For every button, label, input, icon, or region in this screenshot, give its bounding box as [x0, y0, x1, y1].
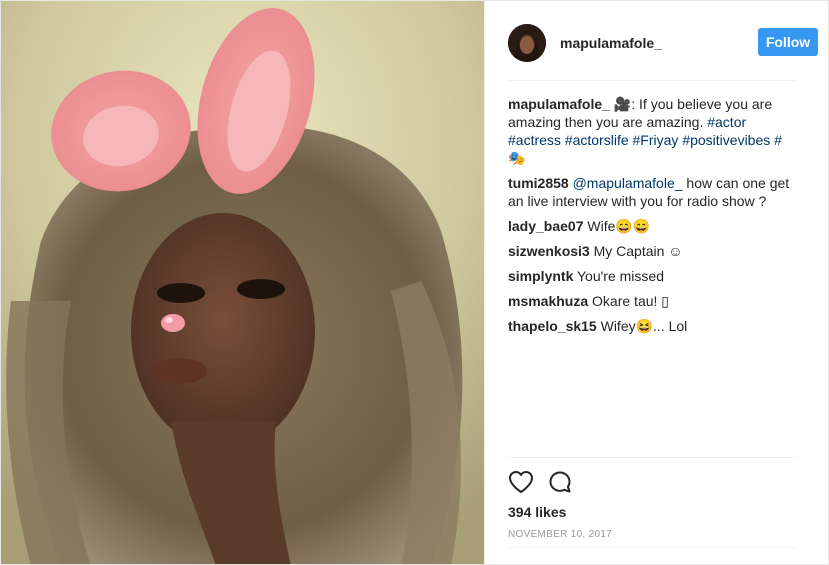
- post-header: mapulamafole_ Follow: [508, 21, 818, 81]
- comment-text: Wifey😆... Lol: [596, 318, 688, 334]
- likes-count[interactable]: 394 likes: [508, 504, 566, 520]
- divider: [508, 547, 796, 548]
- comment-text: My Captain ☺: [589, 243, 683, 259]
- comment-username[interactable]: lady_bae07: [508, 218, 584, 234]
- comment-username[interactable]: tumi2858: [508, 175, 569, 191]
- instagram-post: mapulamafole_ Follow mapulamafole_ 🎥: If…: [0, 0, 829, 565]
- avatar[interactable]: [508, 24, 546, 62]
- hashtag[interactable]: #Friyay: [633, 132, 679, 148]
- post-date[interactable]: NOVEMBER 10, 2017: [508, 529, 612, 540]
- hashtag[interactable]: #actorslife: [565, 132, 629, 148]
- hashtag[interactable]: #actress: [508, 132, 561, 148]
- comment-text: Wife😄😄: [583, 218, 651, 234]
- comment-item: thapelo_sk15 Wifey😆... Lol: [508, 317, 798, 335]
- post-actions: 394 likes NOVEMBER 10, 2017: [508, 457, 796, 548]
- hashtag[interactable]: #positivevibes: [682, 132, 770, 148]
- comment-item: msmakhuza Okare tau! ▯: [508, 292, 798, 310]
- comment-icon[interactable]: [548, 470, 572, 494]
- post-author-username[interactable]: mapulamafole_: [560, 35, 662, 51]
- comment-username[interactable]: simplyntk: [508, 268, 573, 284]
- comment-item: tumi2858 @mapulamafole_ how can one get …: [508, 174, 798, 210]
- post-photo[interactable]: [1, 1, 484, 564]
- caption: mapulamafole_ 🎥: If you believe you are …: [508, 95, 798, 167]
- post-photo-image: [1, 1, 484, 564]
- comment-text: Okare tau! ▯: [588, 293, 670, 309]
- hashtag[interactable]: #actor: [707, 114, 746, 130]
- post-sidebar: mapulamafole_ Follow mapulamafole_ 🎥: If…: [484, 1, 828, 564]
- avatar-image: [508, 24, 546, 62]
- heart-icon[interactable]: [508, 470, 534, 494]
- caption-username[interactable]: mapulamafole_: [508, 96, 610, 112]
- comment-mention[interactable]: @mapulamafole_: [573, 175, 683, 191]
- comments-list: mapulamafole_ 🎥: If you believe you are …: [508, 95, 798, 342]
- comment-username[interactable]: sizwenkosi3: [508, 243, 590, 259]
- follow-button[interactable]: Follow: [758, 28, 818, 56]
- comment-text: You're missed: [573, 268, 664, 284]
- comment-item: sizwenkosi3 My Captain ☺: [508, 242, 798, 260]
- comment-username[interactable]: thapelo_sk15: [508, 318, 597, 334]
- comment-item: lady_bae07 Wife😄😄: [508, 217, 798, 235]
- comment-username[interactable]: msmakhuza: [508, 293, 588, 309]
- comment-item: simplyntk You're missed: [508, 267, 798, 285]
